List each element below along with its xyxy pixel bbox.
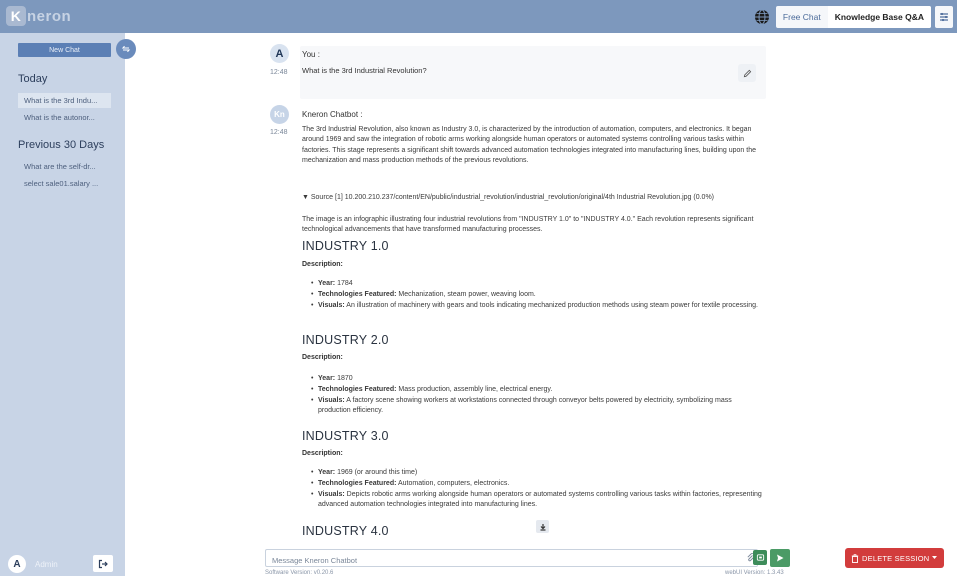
history-item[interactable]: select sale01.salary ...	[18, 176, 111, 191]
user-avatar[interactable]: A	[8, 555, 26, 573]
image-description: The image is an infographic illustrating…	[302, 216, 754, 234]
sidebar: New Chat Today What is the 3rd Indu... W…	[0, 33, 125, 576]
visuals-item: Visuals: An illustration of machinery wi…	[311, 301, 766, 311]
industry-heading: INDUSTRY 1.0	[302, 239, 389, 253]
collapse-sidebar-button[interactable]	[116, 39, 136, 59]
logo-text: neron	[27, 7, 72, 25]
industry-bullets: Year: 1870 Technologies Featured: Mass p…	[311, 374, 766, 417]
globe-icon[interactable]	[754, 9, 770, 25]
previous-30-days-heading: Previous 30 Days	[18, 139, 105, 151]
year-item: Year: 1784	[311, 279, 766, 289]
swap-icon	[121, 45, 131, 53]
year-item: Year: 1870	[311, 374, 766, 384]
software-version: Software Version: v0.20.6	[265, 570, 334, 576]
industry-bullets: Year: 1969 (or around this time) Technol…	[311, 468, 766, 511]
new-chat-button[interactable]: New Chat	[18, 43, 111, 57]
bot-avatar: Kn	[270, 105, 289, 124]
menu-icon	[940, 12, 948, 22]
edit-icon	[743, 69, 751, 77]
today-heading: Today	[18, 73, 48, 85]
user-message-time: 12:48	[270, 69, 288, 76]
logo-mark: K	[6, 6, 26, 26]
logout-icon	[98, 559, 108, 568]
free-chat-tab[interactable]: Free Chat	[776, 6, 828, 28]
delete-session-button[interactable]: DELETE SESSION	[845, 548, 944, 568]
tech-item: Technologies Featured: Automation, compu…	[311, 479, 766, 489]
edit-message-button[interactable]	[738, 64, 756, 82]
chat-area: A You : 12:48 What is the 3rd Industrial…	[125, 33, 957, 576]
year-item: Year: 1969 (or around this time)	[311, 468, 766, 478]
scroll-to-bottom-button[interactable]	[536, 520, 549, 533]
history-item[interactable]: What is the 3rd Indu...	[18, 93, 111, 108]
visuals-item: Visuals: A factory scene showing workers…	[311, 396, 766, 416]
bot-message-time: 12:48	[270, 129, 288, 136]
menu-button[interactable]	[935, 6, 953, 28]
tech-item: Technologies Featured: Mechanization, st…	[311, 290, 766, 300]
history-item[interactable]: What are the self-dr...	[18, 159, 111, 174]
description-label: Description:	[302, 354, 343, 361]
sidebar-footer: A Admin	[0, 552, 125, 576]
user-name: Admin	[35, 559, 58, 569]
message-input-wrapper	[265, 549, 758, 569]
industry-heading: INDUSTRY 3.0	[302, 429, 389, 443]
upload-icon	[756, 554, 764, 561]
tech-item: Technologies Featured: Mass production, …	[311, 385, 766, 395]
top-bar: K neron Free Chat Knowledge Base Q&A	[0, 0, 957, 33]
logout-button[interactable]	[93, 555, 113, 572]
visuals-item: Visuals: Depicts robotic arms working al…	[311, 490, 766, 510]
chevron-down-icon[interactable]	[931, 554, 938, 561]
download-icon	[540, 523, 545, 531]
trash-icon	[851, 553, 859, 563]
industry-bullets: Year: 1784 Technologies Featured: Mechan…	[311, 279, 766, 312]
user-message-avatar: A	[270, 44, 289, 63]
kneron-logo: K neron	[6, 6, 71, 26]
user-question: What is the 3rd Industrial Revolution?	[302, 66, 427, 75]
send-icon	[777, 554, 784, 562]
industry-heading: INDUSTRY 2.0	[302, 333, 389, 347]
message-input[interactable]	[266, 552, 706, 569]
description-label: Description:	[302, 450, 343, 457]
upload-button[interactable]	[753, 550, 767, 565]
send-button[interactable]	[770, 549, 790, 567]
description-label: Description:	[302, 261, 343, 268]
webui-version: webUI Version: 1.3.43	[725, 570, 784, 576]
user-sender-label: You :	[302, 50, 320, 59]
knowledge-base-tab[interactable]: Knowledge Base Q&A	[827, 6, 931, 28]
bot-sender-label: Kneron Chatbot :	[302, 110, 363, 119]
app-root: K neron Free Chat Knowledge Base Q&A New…	[0, 0, 957, 576]
mode-switch: Free Chat Knowledge Base Q&A	[775, 6, 931, 28]
topbar-controls: Free Chat Knowledge Base Q&A	[754, 6, 953, 28]
source-reference[interactable]: ▼ Source [1] 10.200.210.237/content/EN/p…	[302, 193, 752, 203]
bot-answer-intro: The 3rd Industrial Revolution, also know…	[302, 126, 756, 165]
industry-heading: INDUSTRY 4.0	[302, 524, 389, 538]
delete-session-label: DELETE SESSION	[862, 553, 930, 563]
history-item[interactable]: What is the autonor...	[18, 110, 111, 125]
